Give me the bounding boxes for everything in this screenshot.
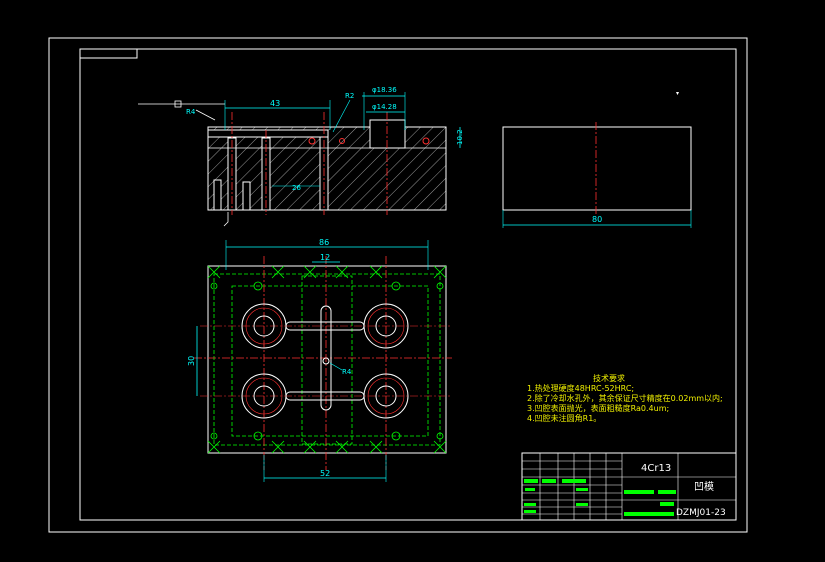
dim-12: 12 [320, 253, 330, 262]
plan-view: 86 12 30 52 R4 [187, 238, 452, 482]
material-label: 4Cr13 [641, 463, 671, 474]
corner-box [79, 48, 138, 59]
side-view: 80 [502, 122, 692, 228]
part-name-label: 凹模 [694, 481, 714, 493]
section-cavity [369, 119, 406, 149]
svg-text:▾: ▾ [676, 90, 679, 97]
dim-r2: R2 [345, 92, 354, 100]
drawing-number-label: DZMJ01-23 [676, 508, 726, 518]
dim-r4-section: R4 [186, 108, 196, 116]
sheet-inner-border [79, 48, 737, 521]
section-view: 43 φ18.36 φ14.28 R2 10.2 R4 26 ▾ [138, 86, 679, 227]
note-item-4: 4.凹腔未注圆角R1。 [527, 414, 602, 423]
dim-26: 26 [292, 184, 301, 192]
dim-r4-plan: R4 [342, 368, 352, 376]
dim-dia-18-36: φ18.36 [372, 86, 397, 94]
cad-drawing: 43 φ18.36 φ14.28 R2 10.2 R4 26 ▾ 80 86 1… [48, 37, 748, 533]
note-item-1: 1.热处理硬度48HRC-52HRC; [527, 384, 635, 393]
dim-43: 43 [270, 99, 280, 108]
note-item-2: 2.除了冷却水孔外，其余保证尺寸精度在0.02mm以内; [527, 394, 723, 403]
dim-30: 30 [187, 356, 196, 366]
notes-title: 技术要求 [593, 374, 625, 383]
dim-dia-14-28: φ14.28 [372, 103, 397, 111]
technical-requirements: 技术要求 1.热处理硬度48HRC-52HRC; 2.除了冷却水孔外，其余保证尺… [527, 374, 723, 424]
side-view-body [502, 126, 692, 211]
dim-80: 80 [592, 215, 602, 224]
note-item-3: 3.凹腔表面抛光，表面粗糙度Ra0.4um; [527, 404, 670, 413]
plan-body [207, 265, 447, 454]
dim-10-2: 10.2 [456, 129, 464, 145]
title-block: 4Cr13 凹模 DZMJ01-23 [521, 452, 737, 521]
dim-86: 86 [319, 238, 329, 247]
dim-52: 52 [320, 469, 330, 478]
